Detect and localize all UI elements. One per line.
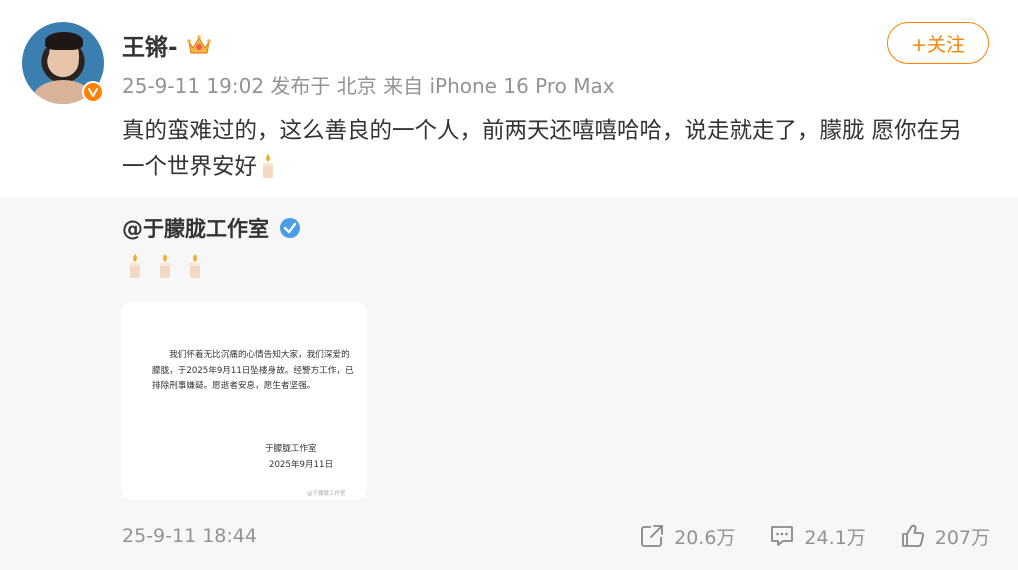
notice-date: 2025年9月11日: [269, 460, 334, 470]
repost-section: @于朦胧工作室 我们怀着无比沉痛的心情告知大家，我们深爱的朦胧，于2025年9月…: [0, 197, 1018, 570]
like-button[interactable]: 207万: [899, 522, 990, 550]
repost-time[interactable]: 25-9-11 18:44: [122, 525, 257, 547]
share-icon: [638, 522, 666, 550]
candle-icon: [261, 153, 275, 179]
comment-icon: [768, 522, 796, 550]
username[interactable]: 王锵-: [122, 28, 212, 62]
comment-count: 24.1万: [804, 526, 866, 549]
post-meta: 25-9-11 19:02 发布于 北京 来自 iPhone 16 Pro Ma…: [122, 74, 615, 98]
follow-button[interactable]: +关注: [887, 22, 989, 64]
orange-v-badge-icon: [82, 81, 104, 103]
crown-icon: [186, 34, 212, 56]
blue-v-badge-icon: [279, 217, 301, 239]
notice-signature: 于朦胧工作室: [265, 444, 317, 454]
share-count: 20.6万: [674, 526, 736, 549]
post-text: 真的蛮难过的，这么善良的一个人，前两天还嘻嘻哈哈，说走就走了，朦胧 愿你在另一个…: [122, 113, 982, 185]
username-text[interactable]: 王锵-: [122, 28, 178, 62]
candle-emoji-row: [128, 253, 202, 279]
share-button[interactable]: 20.6万: [638, 522, 735, 550]
notice-watermark: @于朦胧工作室: [307, 491, 346, 497]
thumbs-up-icon: [899, 522, 927, 550]
like-count: 207万: [934, 526, 990, 549]
repost-author[interactable]: @于朦胧工作室: [122, 213, 301, 243]
post-body: 真的蛮难过的，这么善良的一个人，前两天还嘻嘻哈哈，说走就走了，朦胧 愿你在另一个…: [122, 118, 962, 180]
notice-image[interactable]: 我们怀着无比沉痛的心情告知大家，我们深爱的朦胧，于2025年9月11日坠楼身故。…: [121, 302, 367, 500]
comment-button[interactable]: 24.1万: [768, 522, 866, 550]
action-bar: 20.6万 24.1万 207万: [605, 522, 990, 550]
weibo-post: 王锵- 25-9-11 19:02 发布于 北京 来自 iPhone 16 Pr…: [0, 0, 1018, 570]
notice-body: 我们怀着无比沉痛的心情告知大家，我们深爱的朦胧，于2025年9月11日坠楼身故。…: [152, 350, 354, 392]
candle-icon: [128, 253, 142, 279]
candle-icon: [158, 253, 172, 279]
avatar-hair: [45, 32, 83, 50]
repost-author-name[interactable]: @于朦胧工作室: [122, 213, 269, 243]
candle-icon: [188, 253, 202, 279]
